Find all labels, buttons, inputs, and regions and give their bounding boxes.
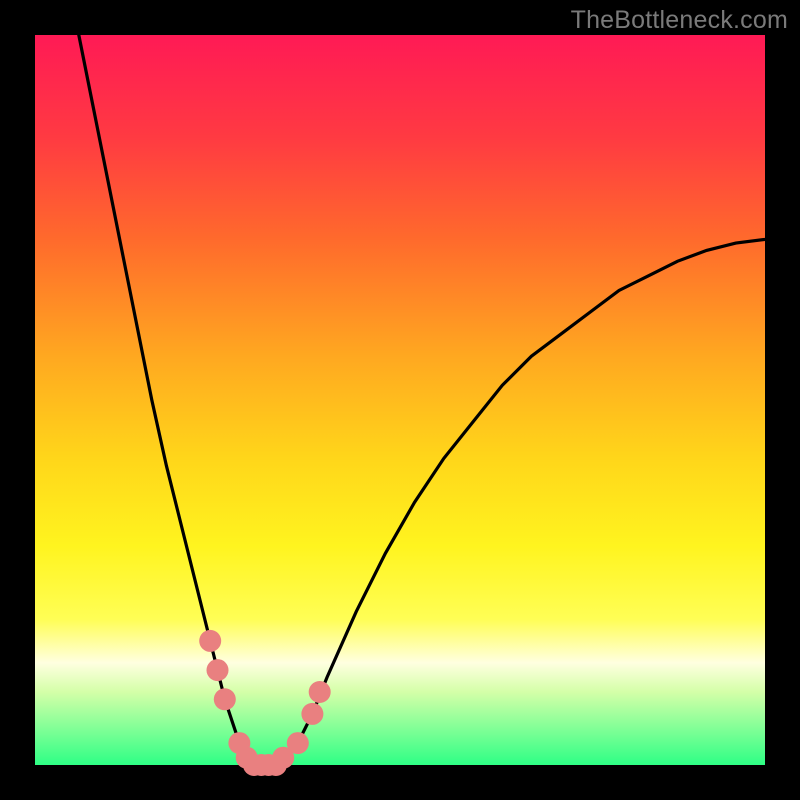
- data-marker: [301, 703, 323, 725]
- chart-svg: [35, 35, 765, 765]
- plot-area: [35, 35, 765, 765]
- chart-frame: TheBottleneck.com: [0, 0, 800, 800]
- data-marker: [199, 630, 221, 652]
- marker-group: [199, 630, 331, 776]
- data-marker: [214, 688, 236, 710]
- data-marker: [309, 681, 331, 703]
- watermark-text: TheBottleneck.com: [571, 6, 788, 35]
- bottleneck-curve: [79, 35, 765, 765]
- data-marker: [287, 732, 309, 754]
- data-marker: [207, 659, 229, 681]
